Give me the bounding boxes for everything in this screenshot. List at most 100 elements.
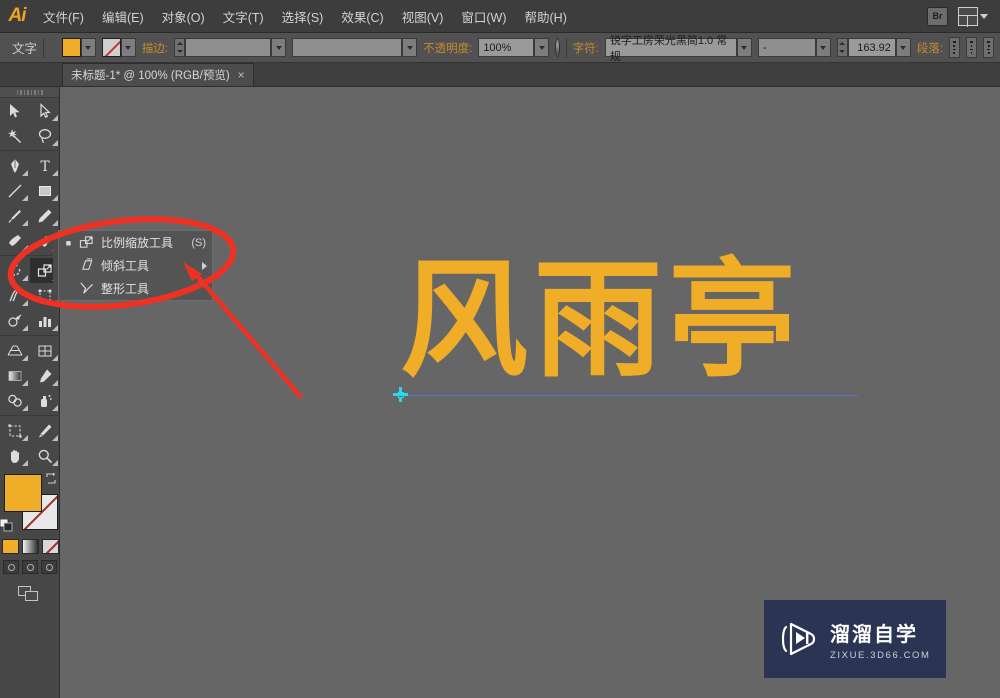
width-tool[interactable] xyxy=(0,283,30,308)
fill-swatch-large[interactable] xyxy=(4,474,42,512)
rectangle-tool[interactable] xyxy=(30,178,60,203)
stroke-swatch-none[interactable] xyxy=(101,38,121,57)
font-style-control[interactable]: - xyxy=(757,38,831,57)
font-size-dropdown-button[interactable] xyxy=(895,38,911,57)
font-size-control[interactable]: 163.92 xyxy=(836,38,911,57)
flyout-item-label: 倾斜工具 xyxy=(101,259,150,273)
perspective-grid-tool[interactable] xyxy=(0,338,30,363)
stroke-color-control[interactable] xyxy=(101,38,136,57)
paintbrush-tool[interactable] xyxy=(0,203,30,228)
selected-marker-icon: ■ xyxy=(65,237,72,248)
zoom-tool[interactable] xyxy=(30,443,60,468)
artwork-text[interactable]: 风雨亭 xyxy=(400,257,802,385)
draw-inside-button[interactable] xyxy=(41,560,57,574)
control-bar: 文字 描边: 不透明度: 100% 字符: 锐字工房荣光黑简1.0 常规 - 1… xyxy=(0,33,1000,63)
opacity-dropdown-button[interactable] xyxy=(534,38,550,57)
align-right-button[interactable] xyxy=(983,37,995,58)
font-style-dropdown-button[interactable] xyxy=(815,38,831,57)
blob-brush-tool[interactable] xyxy=(0,228,30,253)
watermark-brand: 溜溜自学 xyxy=(830,621,918,646)
align-center-button[interactable] xyxy=(966,37,978,58)
hand-tool[interactable] xyxy=(0,443,30,468)
opacity-control[interactable]: 100% xyxy=(478,38,550,57)
font-family-control[interactable]: 锐字工房荣光黑简1.0 常规 xyxy=(604,35,752,63)
stroke-profile-dropdown-button[interactable] xyxy=(402,38,418,57)
align-left-button[interactable] xyxy=(949,37,961,58)
fill-stroke-control[interactable] xyxy=(0,472,60,534)
menu-object[interactable]: 对象(O) xyxy=(153,3,214,30)
default-fill-stroke-icon[interactable] xyxy=(0,518,13,532)
text-anchor-point[interactable] xyxy=(393,387,408,402)
draw-mode-row xyxy=(0,560,60,574)
gradient-button[interactable] xyxy=(21,539,39,554)
eyedropper-tool[interactable] xyxy=(30,363,60,388)
swap-fill-stroke-icon[interactable] xyxy=(45,472,57,484)
color-button[interactable] xyxy=(1,539,19,554)
none-button[interactable] xyxy=(41,539,59,554)
tool-grid: T xyxy=(0,98,60,468)
tools-panel-grip[interactable] xyxy=(0,87,59,98)
symbol-sprayer-tool[interactable] xyxy=(30,388,60,413)
pencil-tool[interactable] xyxy=(30,203,60,228)
menu-view[interactable]: 视图(V) xyxy=(393,3,453,30)
font-style-field[interactable]: - xyxy=(757,38,816,57)
font-size-field[interactable]: 163.92 xyxy=(847,38,896,57)
rotate-tool[interactable] xyxy=(0,258,30,283)
stroke-weight-control[interactable] xyxy=(174,38,287,57)
artboard-tool[interactable] xyxy=(0,418,30,443)
lasso-tool[interactable] xyxy=(30,123,60,148)
app-logo-icon: Ai xyxy=(8,5,27,26)
arrange-documents-button[interactable] xyxy=(958,6,988,27)
fill-dropdown-button[interactable] xyxy=(80,38,96,57)
menu-file[interactable]: 文件(F) xyxy=(34,3,93,30)
close-icon[interactable]: × xyxy=(238,69,245,81)
flyout-item-shear-tool[interactable]: 倾斜工具 xyxy=(59,254,212,277)
menu-effect[interactable]: 效果(C) xyxy=(332,3,392,30)
illustrator-window: Ai 文件(F) 编辑(E) 对象(O) 文字(T) 选择(S) 效果(C) 视… xyxy=(0,0,1000,698)
font-size-stepper[interactable] xyxy=(836,38,848,57)
menu-select[interactable]: 选择(S) xyxy=(273,3,333,30)
pen-tool[interactable] xyxy=(0,153,30,178)
menu-help[interactable]: 帮助(H) xyxy=(516,3,576,30)
menu-type[interactable]: 文字(T) xyxy=(214,3,273,30)
draw-behind-button[interactable] xyxy=(22,560,38,574)
fill-swatch[interactable] xyxy=(61,38,81,57)
column-graph-tool[interactable] xyxy=(30,308,60,333)
stroke-dropdown-button[interactable] xyxy=(120,38,136,57)
menu-edit[interactable]: 编辑(E) xyxy=(93,3,153,30)
color-mode-row xyxy=(0,539,60,554)
blend-tool[interactable] xyxy=(0,388,30,413)
character-label[interactable]: 字符: xyxy=(573,40,599,56)
stroke-weight-field[interactable] xyxy=(185,38,272,57)
magic-wand-tool[interactable] xyxy=(0,123,30,148)
paragraph-label[interactable]: 段落: xyxy=(917,40,943,56)
selection-tool[interactable] xyxy=(0,98,30,123)
shear-icon xyxy=(78,258,95,273)
gradient-tool[interactable] xyxy=(0,363,30,388)
stroke-weight-stepper[interactable] xyxy=(174,38,186,57)
opacity-field[interactable]: 100% xyxy=(478,38,535,57)
type-tool[interactable]: T xyxy=(30,153,60,178)
flyout-item-reshape-tool[interactable]: 整形工具 xyxy=(59,277,212,300)
menu-window[interactable]: 窗口(W) xyxy=(452,3,515,30)
bridge-button[interactable]: Br xyxy=(927,6,948,26)
stroke-profile-control[interactable] xyxy=(292,38,418,57)
line-segment-tool[interactable] xyxy=(0,178,30,203)
opacity-mask-icon[interactable] xyxy=(555,38,561,57)
document-tab[interactable]: 未标题-1* @ 100% (RGB/预览) × xyxy=(62,63,254,86)
svg-text:T: T xyxy=(40,159,50,174)
stroke-profile-field[interactable] xyxy=(292,38,403,57)
change-screen-mode-button[interactable] xyxy=(17,586,42,603)
font-family-dropdown-button[interactable] xyxy=(736,38,752,57)
draw-normal-button[interactable] xyxy=(3,560,19,574)
shape-builder-tool[interactable] xyxy=(0,308,30,333)
direct-selection-tool[interactable] xyxy=(30,98,60,123)
slice-tool[interactable] xyxy=(30,418,60,443)
stroke-weight-label: 描边: xyxy=(141,42,169,55)
mesh-tool[interactable] xyxy=(30,338,60,363)
font-family-field[interactable]: 锐字工房荣光黑简1.0 常规 xyxy=(604,35,737,63)
scale-tool-flyout-menu[interactable]: ■ 比例缩放工具 (S) 倾斜工具 整形工具 xyxy=(53,230,213,301)
flyout-item-scale-tool[interactable]: ■ 比例缩放工具 (S) xyxy=(59,231,212,254)
fill-color-control[interactable] xyxy=(61,38,96,57)
stroke-weight-dropdown-button[interactable] xyxy=(271,38,287,57)
